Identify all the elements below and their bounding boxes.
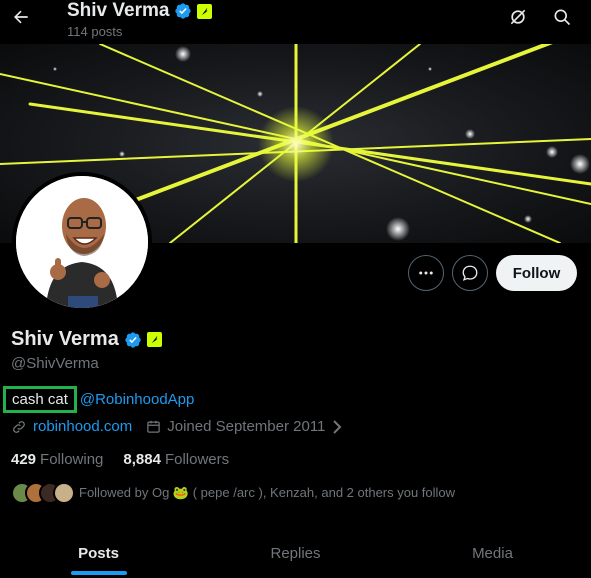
profile-meta: robinhood.com Joined September 2011 [11, 418, 343, 435]
bio-text-highlighted: cash cat [3, 386, 77, 413]
joined-text: Joined September 2011 [167, 418, 326, 435]
tab-posts-label: Posts [78, 544, 119, 562]
joined-date[interactable]: Joined September 2011 [146, 418, 343, 435]
followers-label: Followers [164, 451, 230, 468]
following-link[interactable]: 429 Following [11, 451, 103, 468]
tab-replies-label: Replies [270, 544, 321, 562]
tab-media[interactable]: Media [394, 528, 591, 578]
followers-link[interactable]: 8,884 Followers [123, 451, 229, 468]
verified-icon [175, 3, 192, 19]
more-icon [419, 271, 433, 275]
profile-header: Shiv Verma 114 posts [0, 0, 591, 44]
follower-avatars [11, 482, 75, 504]
link-icon [13, 420, 25, 433]
profile-bio: cash cat @RobinhoodApp [3, 386, 194, 413]
back-arrow-icon[interactable] [8, 4, 34, 30]
website-link[interactable]: robinhood.com [33, 418, 132, 435]
avatar-image [16, 176, 148, 308]
robinhood-badge-icon [197, 3, 213, 19]
follower-avatar [53, 482, 75, 504]
chat-bubble-icon [462, 265, 478, 281]
followed-by-row[interactable]: Followed by Og 🐸 ( pepe /arc ), Kenzah, … [11, 482, 455, 504]
more-options-button[interactable] [408, 255, 444, 291]
following-label: Following [40, 451, 104, 468]
tab-replies[interactable]: Replies [197, 528, 394, 578]
grok-chat-button[interactable] [452, 255, 488, 291]
tab-media-label: Media [472, 544, 513, 562]
following-count: 429 [11, 451, 37, 468]
follow-counts: 429 Following 8,884 Followers [11, 451, 229, 468]
follow-button[interactable]: Follow [496, 255, 577, 291]
robinhood-badge-icon[interactable] [146, 332, 162, 347]
active-tab-indicator [70, 571, 127, 575]
calendar-icon [147, 420, 160, 433]
chevron-right-icon [333, 419, 342, 434]
profile-name-row: Shiv Verma [11, 328, 162, 351]
followed-by-text: Followed by Og 🐸 ( pepe /arc ), Kenzah, … [79, 485, 456, 500]
header-title: Shiv Verma [67, 0, 213, 22]
profile-handle: @ShivVerma [11, 355, 99, 372]
avatar[interactable] [12, 172, 152, 312]
search-icon[interactable] [551, 6, 573, 28]
tab-posts[interactable]: Posts [0, 528, 197, 578]
verified-icon[interactable] [124, 331, 142, 349]
post-count: 114 posts [67, 24, 123, 39]
bio-mention-link[interactable]: @RobinhoodApp [80, 391, 194, 408]
grok-icon[interactable] [507, 6, 529, 28]
header-name: Shiv Verma [67, 0, 170, 21]
profile-name: Shiv Verma [11, 328, 119, 350]
profile-tabs: Posts Replies Media [0, 528, 591, 578]
followers-count: 8,884 [123, 451, 161, 468]
